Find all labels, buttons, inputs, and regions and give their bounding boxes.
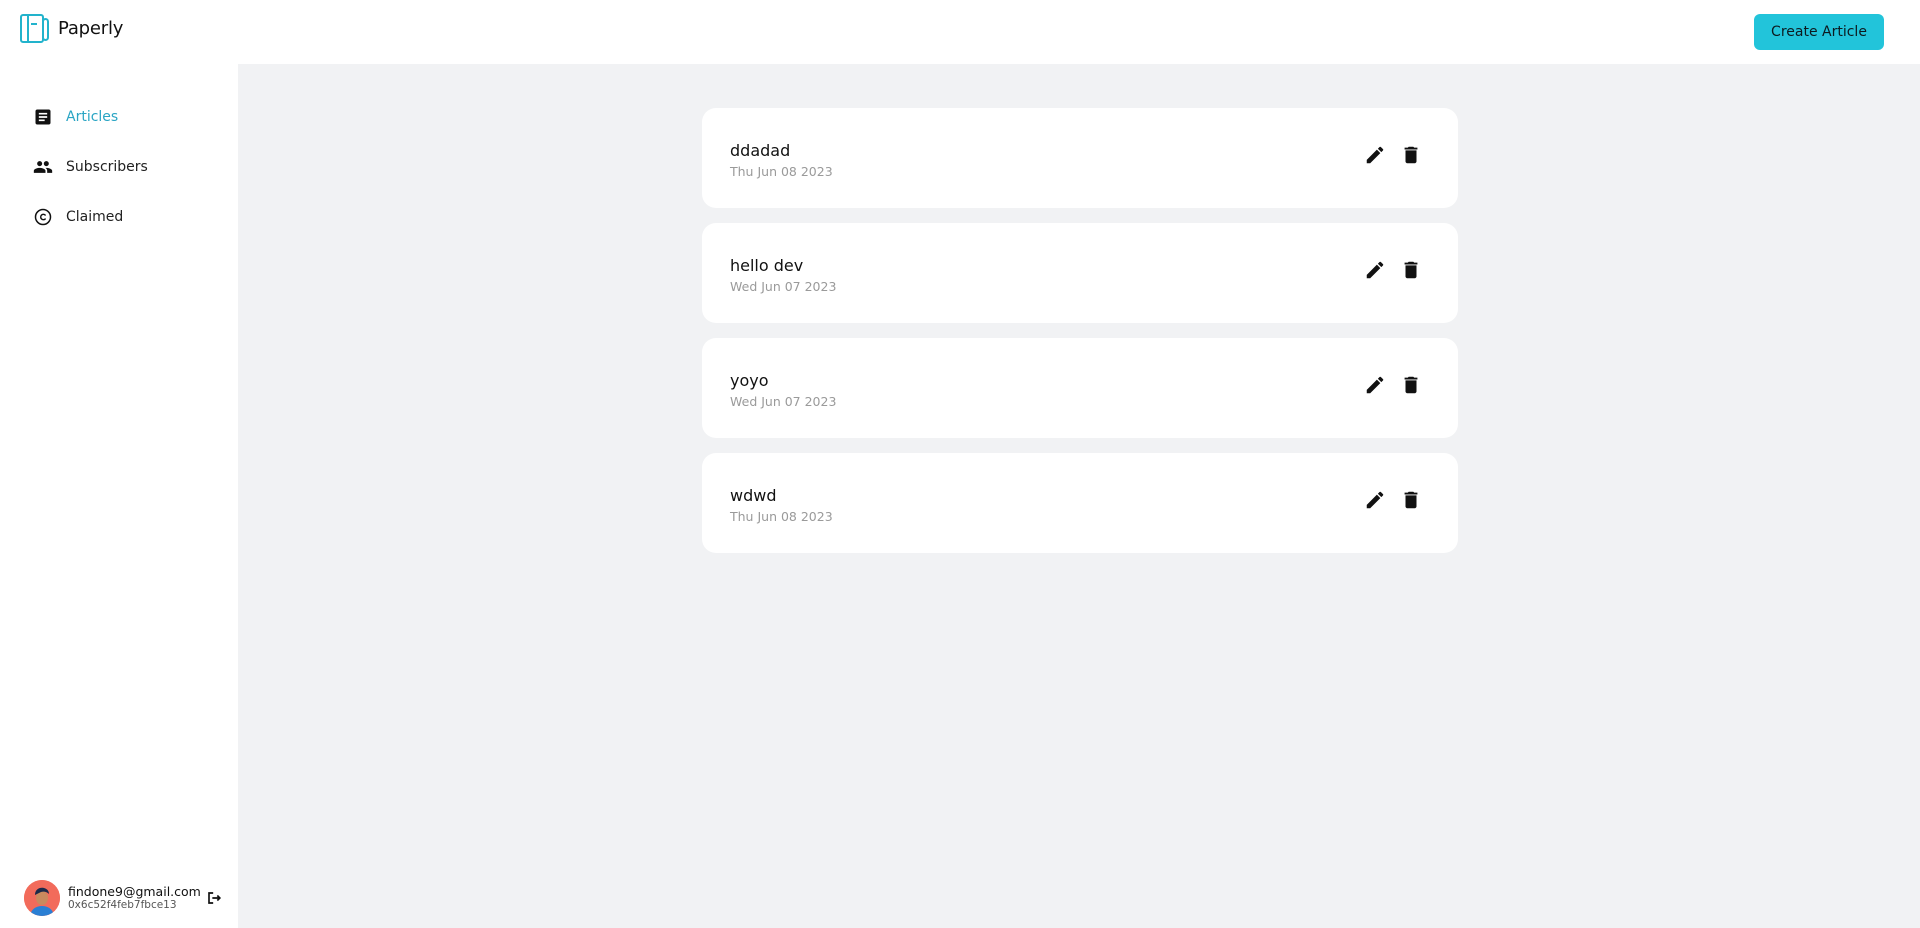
article-title: ddadad xyxy=(730,141,791,160)
article-card[interactable]: hello dev Wed Jun 07 2023 xyxy=(702,223,1458,323)
trash-icon xyxy=(1404,146,1418,164)
article-title: wdwd xyxy=(730,486,777,505)
people-icon xyxy=(33,161,53,173)
article-card[interactable]: wdwd Thu Jun 08 2023 xyxy=(702,453,1458,553)
delete-button[interactable] xyxy=(1400,144,1422,166)
paperly-logo-icon xyxy=(20,14,49,43)
avatar[interactable] xyxy=(24,880,60,916)
trash-icon xyxy=(1404,261,1418,279)
article-date: Wed Jun 07 2023 xyxy=(730,279,837,294)
article-date: Thu Jun 08 2023 xyxy=(730,509,833,524)
sidebar-item-label: Articles xyxy=(66,109,119,125)
articles-list: ddadad Thu Jun 08 2023 hello dev Wed Jun… xyxy=(702,108,1458,568)
sidebar-nav: Articles Subscribers Claimed xyxy=(0,92,238,242)
edit-button[interactable] xyxy=(1364,374,1386,396)
sidebar-item-articles[interactable]: Articles xyxy=(0,92,238,142)
create-article-button[interactable]: Create Article xyxy=(1754,14,1884,50)
trash-icon xyxy=(1404,491,1418,509)
brand-name: Paperly xyxy=(58,18,124,39)
article-card[interactable]: ddadad Thu Jun 08 2023 xyxy=(702,108,1458,208)
delete-button[interactable] xyxy=(1400,489,1422,511)
edit-button[interactable] xyxy=(1364,144,1386,166)
logout-icon[interactable] xyxy=(204,888,224,908)
sidebar-item-subscribers[interactable]: Subscribers xyxy=(0,142,238,192)
article-icon xyxy=(35,109,51,125)
brand[interactable]: Paperly xyxy=(19,13,123,44)
article-title: hello dev xyxy=(730,256,804,275)
sidebar: Paperly Articles Subscribers Claimed fin… xyxy=(0,0,238,928)
article-card[interactable]: yoyo Wed Jun 07 2023 xyxy=(702,338,1458,438)
user-email: findone9@gmail.com xyxy=(68,883,201,899)
sidebar-item-label: Claimed xyxy=(66,209,124,225)
user-wallet-address: 0x6c52f4feb7fbce13 xyxy=(68,899,177,912)
edit-button[interactable] xyxy=(1364,259,1386,281)
delete-button[interactable] xyxy=(1400,374,1422,396)
user-profile: findone9@gmail.com 0x6c52f4feb7fbce13 xyxy=(24,878,224,918)
sidebar-item-claimed[interactable]: Claimed xyxy=(0,192,238,242)
article-date: Wed Jun 07 2023 xyxy=(730,394,837,409)
article-title: yoyo xyxy=(730,371,769,390)
top-bar: Create Article xyxy=(238,0,1920,64)
pencil-icon xyxy=(1366,146,1384,164)
edit-button[interactable] xyxy=(1364,489,1386,511)
pencil-icon xyxy=(1366,376,1384,394)
avatar-illustration-icon xyxy=(24,880,60,916)
article-date: Thu Jun 08 2023 xyxy=(730,164,833,179)
delete-button[interactable] xyxy=(1400,259,1422,281)
copyright-icon xyxy=(34,208,52,226)
pencil-icon xyxy=(1366,261,1384,279)
sidebar-item-label: Subscribers xyxy=(66,159,148,175)
trash-icon xyxy=(1404,376,1418,394)
pencil-icon xyxy=(1366,491,1384,509)
